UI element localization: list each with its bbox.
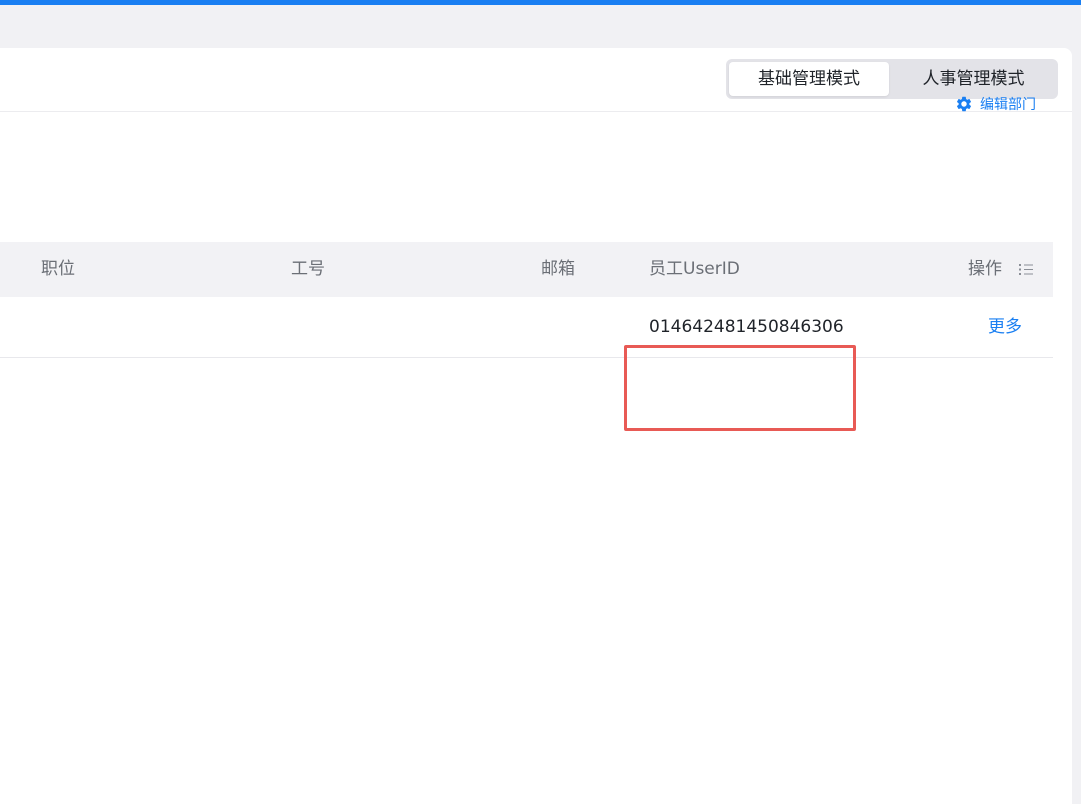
panel-header: 基础管理模式 人事管理模式 <box>0 48 1072 112</box>
table-row: 014642481450846306 更多 <box>0 297 1053 358</box>
edit-department-label: 编辑部门 <box>980 97 1036 113</box>
more-actions-link[interactable]: 更多 <box>988 297 1022 357</box>
top-accent-bar <box>0 0 1081 5</box>
main-panel: 基础管理模式 人事管理模式 <box>0 48 1072 804</box>
column-header-employee-no: 工号 <box>291 259 325 279</box>
table-header: 职位 工号 邮箱 员工UserID 操作 <box>0 242 1053 297</box>
gear-icon <box>955 95 973 113</box>
highlight-annotation-box <box>624 345 856 431</box>
column-header-user-id: 员工UserID <box>649 259 740 279</box>
column-settings-icon[interactable] <box>1018 262 1034 277</box>
column-header-email: 邮箱 <box>541 259 575 279</box>
mode-switch: 基础管理模式 人事管理模式 <box>726 59 1058 99</box>
column-header-position: 职位 <box>41 259 75 279</box>
edit-department-button[interactable]: 编辑部门 <box>955 94 1036 114</box>
hr-mode-button[interactable]: 人事管理模式 <box>892 62 1055 96</box>
member-table: 职位 工号 邮箱 员工UserID 操作 014642481450846306 … <box>0 242 1053 358</box>
column-header-actions: 操作 <box>968 259 1002 279</box>
basic-mode-button[interactable]: 基础管理模式 <box>729 62 889 96</box>
